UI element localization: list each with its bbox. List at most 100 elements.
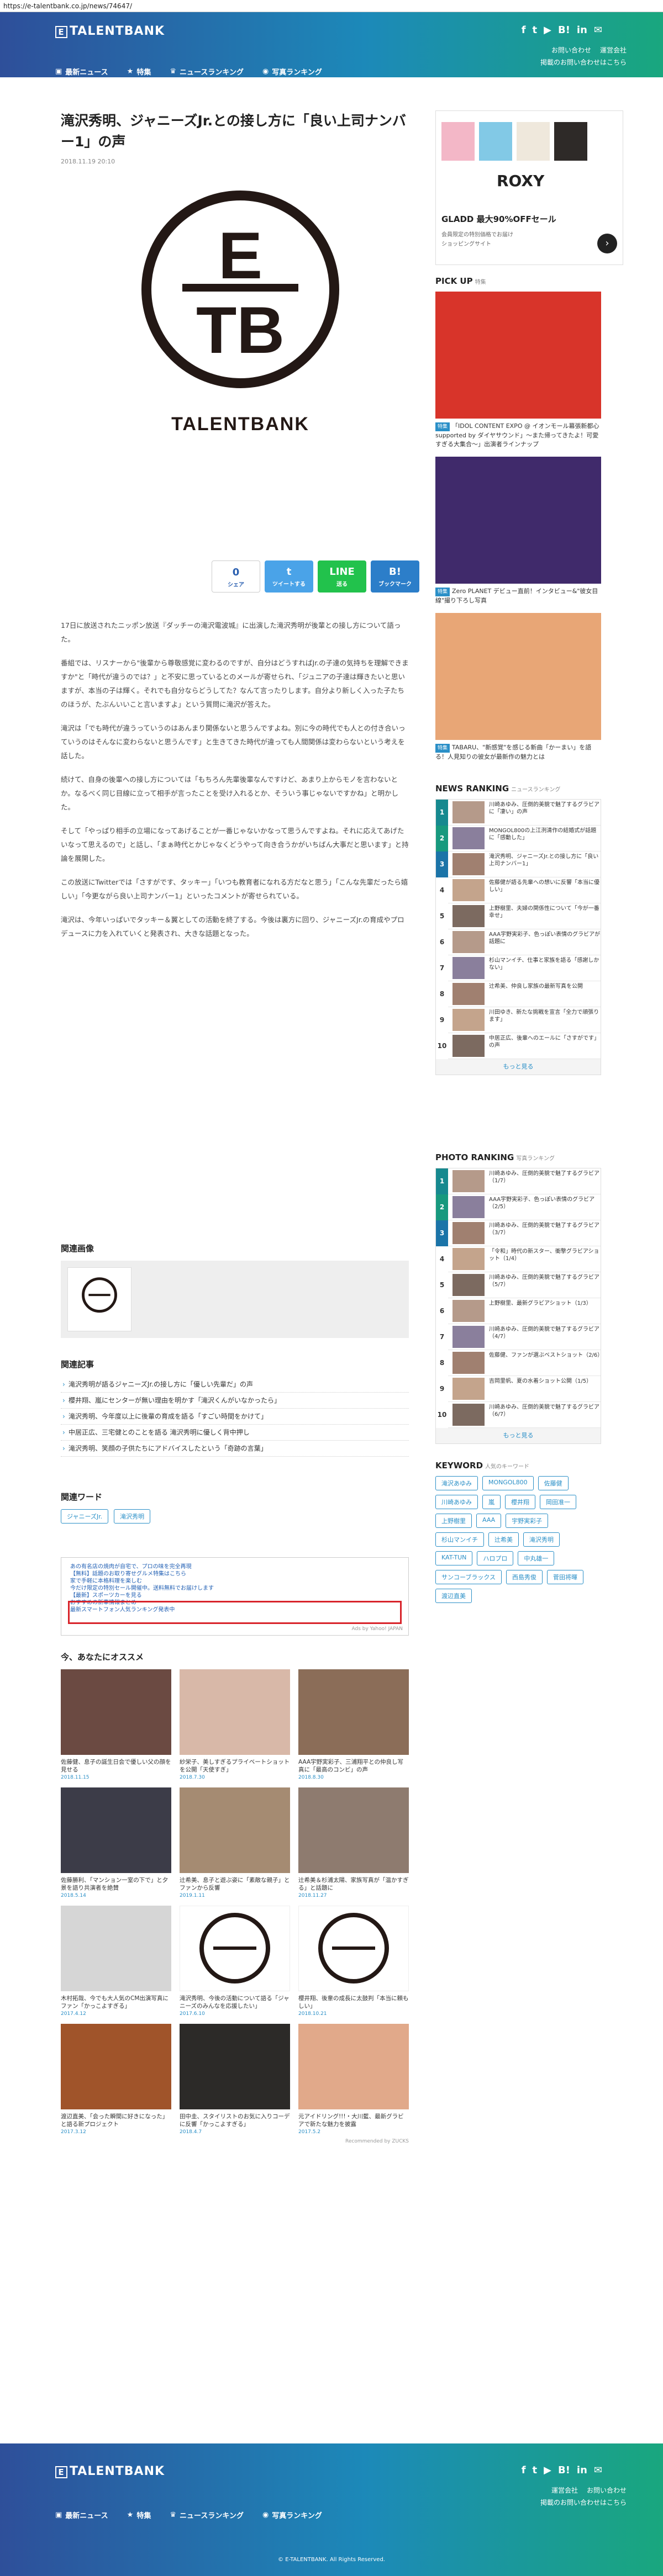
keyword-tag[interactable]: 宇野実彩子 <box>506 1514 549 1528</box>
ad-link[interactable]: 今だけ限定の特別セール開催中。送料無料でお届けします <box>70 1585 399 1592</box>
share-button-facebook[interactable]: 0 シェア <box>212 560 260 593</box>
share-button-line[interactable]: LINE 送る <box>318 560 366 593</box>
nav-feature[interactable]: ★ 特集 <box>127 66 151 77</box>
keyword-tag[interactable]: 辻希美 <box>488 1532 519 1547</box>
ad-link[interactable]: 【最新】スポーツカーを見る <box>70 1592 399 1599</box>
keyword-tag[interactable]: 川崎あゆみ <box>435 1495 478 1509</box>
keyword-tag[interactable]: 杉山マンイチ <box>435 1532 484 1547</box>
chevron-right-icon[interactable]: › <box>597 234 617 253</box>
nav-photo-ranking[interactable]: ◉ 写真ランキング <box>262 66 322 77</box>
hatena-icon[interactable]: B! <box>558 2464 570 2476</box>
pickup-item[interactable]: 特集 TABARU、"新感覚"を感じる新曲「かーまい」を語る！人見知りの彼女が最新… <box>435 613 623 761</box>
footer-contact-link[interactable]: お問い合わせ <box>587 2484 627 2496</box>
company-link[interactable]: 運営会社 <box>600 44 627 56</box>
related-article-link[interactable]: 滝沢秀明、今年度以上に後輩の育成を語る「すごい時間をかけて」 <box>61 1409 409 1425</box>
recommend-card[interactable]: 木村拓哉、今でも大人気のCM出演写真にファン「かっこよすぎる」 2017.4.12 <box>61 1906 171 2017</box>
keyword-tag[interactable]: MONGOL800 <box>482 1476 534 1490</box>
ranking-row[interactable]: 3 滝沢秀明、ジャニーズJr.との接し方に「良い上司ナンバー1」 <box>436 851 601 877</box>
ad-link[interactable]: 家で手軽に本格料理を楽しむ <box>70 1578 399 1585</box>
related-article-link[interactable]: 滝沢秀明が語るジャニーズJr.の接し方に「優しい先輩だ」の声 <box>61 1377 409 1393</box>
site-logo[interactable]: E TALENTBANK <box>55 24 165 38</box>
ad-link[interactable]: おすすめの新車情報まとめ <box>70 1599 399 1606</box>
footer-nav-photo-ranking[interactable]: ◉ 写真ランキング <box>262 2510 322 2520</box>
youtube-icon[interactable]: ▶ <box>544 2464 551 2476</box>
keyword-tag[interactable]: 岡田准一 <box>540 1495 576 1509</box>
facebook-icon[interactable]: f <box>522 24 526 36</box>
ranking-row[interactable]: 1 川崎あゆみ、圧倒的美貌で魅了するグラビアに「凄い」の声 <box>436 799 601 826</box>
twitter-icon[interactable]: t <box>533 24 538 36</box>
related-article-link[interactable]: 櫻井翔、嵐にセンターが無い理由を明かす「滝沢くんがいなかったら」 <box>61 1393 409 1409</box>
ranking-row[interactable]: 8 辻希美、仲良し家族の最新写真を公開 <box>436 981 601 1007</box>
ranking-row[interactable]: 5 川崎あゆみ、圧倒的美貌で魅了するグラビア（5/7） <box>436 1272 601 1298</box>
keyword-tag[interactable]: 嵐 <box>482 1495 501 1509</box>
ranking-more-button[interactable]: もっと見る <box>436 1428 601 1443</box>
share-button-hatena[interactable]: B! ブックマーク <box>371 560 419 593</box>
recommend-card[interactable]: 田中圭、スタイリストのお気に入りコーデに反響「かっこよすぎる」 2018.4.7 <box>180 2024 290 2135</box>
nav-news-ranking[interactable]: ♛ ニュースランキング <box>170 66 244 77</box>
ranking-row[interactable]: 5 上野樹里、夫婦の関係性について「今が一番幸せ」 <box>436 903 601 929</box>
ranking-row[interactable]: 10 中居正広、後輩へのエールに「さすがです」の声 <box>436 1033 601 1059</box>
linkedin-icon[interactable]: in <box>577 2464 587 2476</box>
related-word-tag[interactable]: 滝沢秀明 <box>114 1509 151 1524</box>
ranking-row[interactable]: 1 川崎あゆみ、圧倒的美貌で魅了するグラビア（1/7） <box>436 1168 601 1194</box>
ranking-row[interactable]: 9 川田ゆき、新たな挑戦を宣言「全力で頑張ります」 <box>436 1007 601 1033</box>
recommend-card[interactable]: 櫻井翔、後輩の成長に太鼓判「本当に頼もしい」 2018.10.21 <box>298 1906 409 2017</box>
ranking-row[interactable]: 10 川崎あゆみ、圧倒的美貌で魅了するグラビア（6/7） <box>436 1401 601 1428</box>
related-article-link[interactable]: 中居正広、三宅健とのことを語る 滝沢秀明に優しく背中押し <box>61 1425 409 1441</box>
related-article-link[interactable]: 滝沢秀明、笑顔の子供たちにアドバイスしたという「奇跡の言葉」 <box>61 1441 409 1457</box>
keyword-tag[interactable]: 佐藤健 <box>538 1476 569 1490</box>
ranking-row[interactable]: 9 吉岡里帆、夏の水着ショット公開（1/5） <box>436 1376 601 1402</box>
keyword-tag[interactable]: AAA <box>476 1514 502 1528</box>
keyword-tag[interactable]: 中丸雄一 <box>518 1551 555 1565</box>
keyword-tag[interactable]: 櫻井翔 <box>505 1495 535 1509</box>
address-bar[interactable]: https://e-talentbank.co.jp/news/74647/ <box>0 0 663 12</box>
footer-nav-news-ranking[interactable]: ♛ ニュースランキング <box>170 2510 244 2520</box>
contact-link[interactable]: お問い合わせ <box>551 44 591 56</box>
ad-link[interactable]: 最新スマートフォン人気ランキング発表中 <box>70 1606 399 1614</box>
ad-link[interactable]: あの有名店の焼肉が自宅で、プロの味を完全再現 <box>70 1563 399 1570</box>
keyword-tag[interactable]: ハロプロ <box>477 1551 514 1565</box>
recommend-card[interactable]: 辻希美＆杉浦太陽、家族写真が「温かすぎる」と話題に 2018.11.27 <box>298 1787 409 1898</box>
ranking-row[interactable]: 3 川崎あゆみ、圧倒的美貌で魅了するグラビア（3/7） <box>436 1220 601 1246</box>
keyword-tag[interactable]: サンコーブラックス <box>435 1570 502 1584</box>
facebook-icon[interactable]: f <box>522 2464 526 2476</box>
linkedin-icon[interactable]: in <box>577 24 587 36</box>
footer-company-link[interactable]: 運営会社 <box>551 2484 578 2496</box>
recommend-card[interactable]: 滝沢秀明、今後の活動について語る「ジャニーズのみんなを応援したい」 2017.6.… <box>180 1906 290 2017</box>
sidebar-ad[interactable]: ROXY GLADD 最大90%OFFセール 会員限定の特別価格でお届け ショッ… <box>435 110 623 265</box>
line-icon[interactable]: ✉ <box>594 24 602 36</box>
nav-latest-news[interactable]: ▣ 最新ニュース <box>55 66 108 77</box>
pickup-item[interactable]: 特集 「IDOL CONTENT EXPO @ イオンモール幕張新都心 suppo… <box>435 292 623 449</box>
ranking-row[interactable]: 6 上野樹里、最新グラビアショット（1/3） <box>436 1298 601 1324</box>
ad-link[interactable]: 【無料】話題のお取り寄せグルメ特集はこちら <box>70 1570 399 1578</box>
pickup-item[interactable]: 特集 Zero PLANET デビュー直前！インタビュー&"彼女目線"撮り下ろし写… <box>435 457 623 605</box>
recommend-card[interactable]: AAA宇野実彩子、三浦翔平との仲良し写真に「最高のコンビ」の声 2018.8.30 <box>298 1669 409 1780</box>
footer-nav-feature[interactable]: ★ 特集 <box>127 2510 151 2520</box>
share-button-twitter[interactable]: t ツイートする <box>265 560 313 593</box>
hatena-icon[interactable]: B! <box>558 24 570 36</box>
recommend-card[interactable]: 元アイドリング!!!・大川藍、最新グラビアで新たな魅力を披露 2017.5.2 <box>298 2024 409 2135</box>
related-image-thumb[interactable] <box>67 1267 131 1331</box>
recommend-card[interactable]: 佐藤健、息子の誕生日会で優しい父の顔を見せる 2018.11.15 <box>61 1669 171 1780</box>
keyword-tag[interactable]: KAT-TUN <box>435 1551 473 1565</box>
ranking-row[interactable]: 8 佐藤健、ファンが選ぶベストショット（2/6） <box>436 1350 601 1376</box>
ranking-row[interactable]: 2 MONGOL800の上江洌清作の結婚式が話題に「感動した」 <box>436 825 601 851</box>
related-word-tag[interactable]: ジャニーズJr. <box>61 1509 109 1524</box>
keyword-tag[interactable]: 菅田将暉 <box>547 1570 584 1584</box>
ranking-row[interactable]: 7 川崎あゆみ、圧倒的美貌で魅了するグラビア（4/7） <box>436 1324 601 1350</box>
ranking-row[interactable]: 4 佐藤健が語る先輩への想いに反響「本当に優しい」 <box>436 877 601 903</box>
keyword-tag[interactable]: 渡辺直美 <box>435 1589 472 1603</box>
ranking-more-button[interactable]: もっと見る <box>436 1059 601 1075</box>
recommend-card[interactable]: 紗栄子、美しすぎるプライベートショットを公開「天使すぎ」 2018.7.30 <box>180 1669 290 1780</box>
keyword-tag[interactable]: 滝沢あゆみ <box>435 1476 478 1490</box>
footer-logo[interactable]: E TALENTBANK <box>55 2464 165 2478</box>
recommend-card[interactable]: 佐藤勝利、「マンション一室の下で」と夕景を語り共演者を絶賛 2018.5.14 <box>61 1787 171 1898</box>
ranking-row[interactable]: 7 杉山マンイチ、仕事と家族を語る「感謝しかない」 <box>436 955 601 981</box>
recommend-card[interactable]: 渡辺直美、「会った瞬間に好きになった」と語る新プロジェクト 2017.3.12 <box>61 2024 171 2135</box>
ranking-row[interactable]: 2 AAA宇野実彩子、色っぽい表情のグラビア（2/5） <box>436 1194 601 1220</box>
advertise-link[interactable]: 掲載のお問い合わせはこちら <box>540 56 627 68</box>
keyword-tag[interactable]: 西島秀俊 <box>506 1570 543 1584</box>
line-icon[interactable]: ✉ <box>594 2464 602 2476</box>
footer-nav-latest-news[interactable]: ▣ 最新ニュース <box>55 2510 108 2520</box>
footer-advertise-link[interactable]: 掲載のお問い合わせはこちら <box>540 2496 627 2509</box>
